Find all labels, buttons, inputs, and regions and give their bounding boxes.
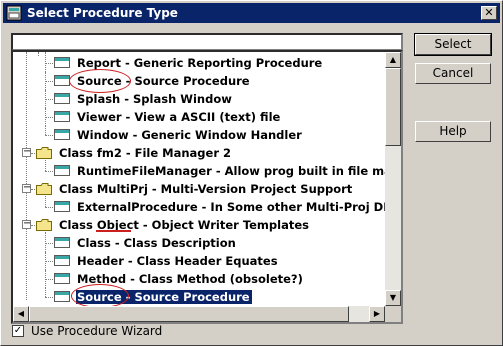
close-button[interactable]: ✕ [481,6,497,20]
select-button[interactable]: Select [414,33,492,56]
tree-connector [45,52,46,72]
tree-connector [31,225,35,226]
tree-connector [31,153,35,154]
tree-connector [45,117,53,118]
help-button[interactable]: Help [415,121,491,142]
tree-connector [45,63,53,64]
tree-connector [45,261,53,262]
procedure-icon [54,237,70,248]
scroll-left-button[interactable]: ◀ [13,306,29,322]
window-title: Select Procedure Type [27,6,178,20]
title-bar[interactable]: Select Procedure Type ✕ [3,3,500,23]
hscroll-thumb[interactable] [29,306,349,322]
scroll-up-button[interactable]: ▲ [385,52,401,68]
procedure-icon [54,75,70,86]
annotation-circle [69,69,131,93]
tree-item-label: Splash - Splash Window [77,92,232,106]
tree-item-label: Header - Class Header Equates [77,254,278,268]
tree-item-splash[interactable]: Splash - Splash Window [13,90,385,108]
use-wizard-checkbox[interactable]: ✓ [12,325,24,337]
tree-class-object[interactable]: − Class Object - Object Writer Templates [13,216,385,234]
tree-item-label: ExternalProcedure - In Some other Multi-… [77,200,403,214]
collapse-toggle[interactable]: − [22,183,31,193]
tree-connector [45,279,53,280]
procedure-icon [54,111,70,122]
procedure-icon [54,201,70,212]
tree-connector [45,126,46,135]
folder-icon [36,147,52,159]
procedure-icon [54,93,70,104]
procedure-icon [54,129,70,140]
horizontal-scrollbar[interactable]: ◀ ▶ [13,306,385,322]
scroll-down-button[interactable]: ▼ [385,290,401,306]
folder-icon [36,219,52,231]
collapse-toggle[interactable]: − [22,147,31,157]
tree-connector [45,207,53,208]
tree-item-method[interactable]: Method - Class Method (obsolete?) [13,270,385,288]
tree-item-source-selected[interactable]: Source - Source Procedure [13,288,385,306]
folder-icon [36,183,52,195]
tree-item-label: Report - Generic Reporting Procedure [77,56,323,70]
tree-connector [45,288,46,297]
tree-item-label: Class - Class Description [77,236,236,250]
tree-item-report[interactable]: Report - Generic Reporting Procedure [13,52,385,72]
tree-class-label: Class fm2 - File Manager 2 [59,146,232,160]
tree-item-class[interactable]: Class - Class Description [13,232,385,252]
search-input[interactable] [11,33,403,51]
tree-item-label: RuntimeFileManager - Allow prog built in… [77,164,401,178]
tree-connector [45,99,53,100]
tree-connector [45,297,53,298]
procedure-type-tree[interactable]: Report - Generic Reporting Procedure Sou… [11,50,403,324]
annotation-circle [71,284,129,308]
tree-connector [45,135,53,136]
procedure-icon [54,165,70,176]
use-wizard-label[interactable]: Use Procedure Wizard [31,324,162,338]
tree-item-label: Viewer - View a ASCII (text) file [77,110,281,124]
tree-connector [45,196,46,207]
tree-connector [45,243,53,244]
tree-connector [45,232,46,252]
procedure-icon [54,57,70,68]
tree-connector [45,171,53,172]
vertical-scrollbar[interactable]: ▲ ▼ [385,52,401,306]
tree-class-label: Class MultiPrj - Multi-Version Project S… [59,182,353,196]
tree-item-viewer[interactable]: Viewer - View a ASCII (text) file [13,108,385,126]
tree-connector [31,189,35,190]
procedure-icon [54,273,70,284]
scrollbar-corner [385,306,401,322]
tree-item-externalprocedure[interactable]: ExternalProcedure - In Some other Multi-… [13,196,401,216]
scroll-right-button[interactable]: ▶ [369,306,385,322]
procedure-icon [54,291,70,302]
tree-item-runtimefilemanager[interactable]: RuntimeFileManager - Allow prog built in… [13,160,401,180]
scroll-thumb[interactable] [385,68,401,146]
collapse-toggle[interactable]: − [22,219,31,229]
tree-connector [45,81,53,82]
tree-item-header[interactable]: Header - Class Header Equates [13,252,385,270]
tree-item-label: Window - Generic Window Handler [77,128,302,142]
tree-class-multiprj[interactable]: − Class MultiPrj - Multi-Version Project… [13,180,385,198]
tree-class-fm2[interactable]: − Class fm2 - File Manager 2 [13,144,385,162]
procedure-icon [54,255,70,266]
tree-item-window[interactable]: Window - Generic Window Handler [13,126,385,144]
app-icon [6,5,22,21]
annotation-underline [96,230,131,232]
tree-connector [45,160,46,171]
cancel-button[interactable]: Cancel [415,63,491,84]
